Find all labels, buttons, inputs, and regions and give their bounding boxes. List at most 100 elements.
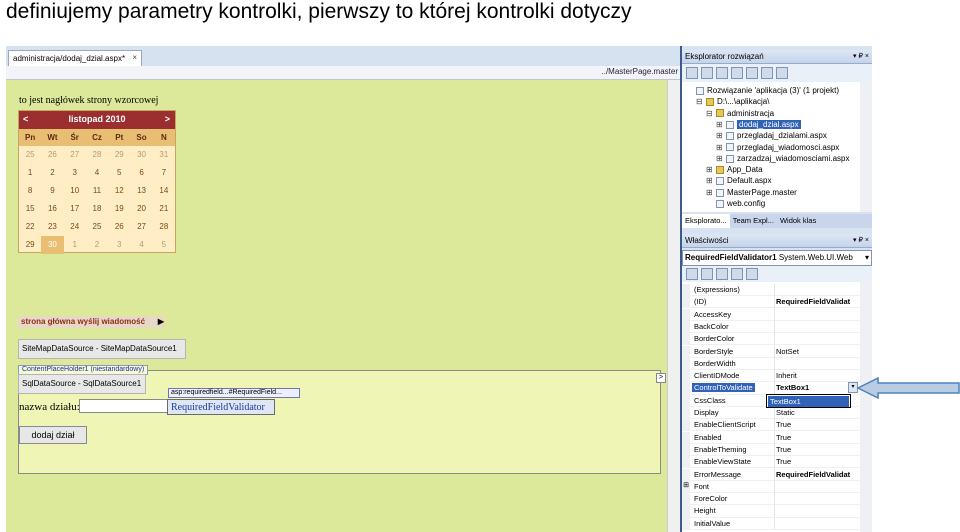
name-textbox[interactable] (79, 399, 169, 413)
property-value[interactable]: True (776, 457, 858, 466)
property-value[interactable]: True (776, 433, 858, 442)
menu-items[interactable]: strona główna wyślij wiadomość (21, 317, 145, 326)
calendar-day[interactable]: 5 (108, 164, 130, 182)
sitemap-datasource[interactable]: SiteMapDataSource - SiteMapDataSource1 (18, 339, 186, 359)
calendar-day[interactable]: 2 (41, 164, 63, 182)
tree-item[interactable]: ⊞ Default.aspx (706, 175, 771, 186)
calendar-next-button[interactable]: > (165, 114, 170, 124)
calendar-day[interactable]: 4 (130, 236, 152, 254)
expand-icon[interactable]: ⊞ (716, 153, 726, 164)
calendar-day[interactable]: 3 (64, 164, 86, 182)
calendar-day[interactable]: 26 (108, 218, 130, 236)
properties-view-icon[interactable] (716, 268, 728, 280)
tree-item[interactable]: ⊞ dodaj_dzial.aspx (716, 119, 801, 130)
property-row[interactable]: BorderWidth (682, 357, 860, 370)
property-row[interactable]: Display Static (682, 407, 860, 420)
calendar-day[interactable]: 26 (41, 146, 63, 164)
calendar-day[interactable]: 27 (130, 218, 152, 236)
calendar-day[interactable]: 6 (130, 164, 152, 182)
property-row[interactable]: ControlToValidate TextBox1 ▾ (682, 382, 860, 395)
panel-controls-icon[interactable]: ▾ ₽ × (853, 236, 869, 244)
property-row[interactable]: EnableTheming True (682, 443, 860, 457)
property-row[interactable]: BorderColor (682, 333, 860, 346)
copy-website-icon[interactable] (776, 67, 788, 79)
tree-item[interactable]: ⊞ przegladaj_dzialami.aspx (716, 130, 827, 141)
calendar-day[interactable]: 21 (153, 200, 175, 218)
tab-class-view[interactable]: Widok klas (777, 214, 819, 228)
property-expand-icon[interactable] (682, 308, 690, 321)
tree-item[interactable]: ⊞ zarzadzaj_wiadomosciami.aspx (716, 153, 850, 164)
property-value[interactable]: TextBox1 (776, 383, 858, 392)
calendar-day[interactable]: 16 (41, 200, 63, 218)
calendar-day[interactable]: 7 (153, 164, 175, 182)
chevron-down-icon[interactable]: ▾ (865, 253, 869, 262)
property-row[interactable]: BackColor (682, 320, 860, 334)
design-canvas[interactable]: to jest nagłówek strony wzorcowej listop… (6, 80, 667, 532)
properties-icon[interactable] (686, 67, 698, 79)
calendar-day[interactable]: 17 (64, 200, 86, 218)
expand-icon[interactable]: ⊞ (716, 130, 726, 141)
object-selector[interactable]: RequiredFieldValidator1 System.Web.UI.We… (682, 250, 872, 266)
calendar-day[interactable]: 1 (19, 164, 41, 182)
calendar-day[interactable]: 13 (130, 182, 152, 200)
property-pages-icon[interactable] (746, 268, 758, 280)
calendar-day[interactable]: 15 (19, 200, 41, 218)
property-row[interactable]: ⊞ Font (682, 480, 860, 493)
calendar-day[interactable]: 23 (41, 218, 63, 236)
property-value[interactable]: True (776, 420, 858, 429)
property-value[interactable]: NotSet (776, 347, 858, 356)
calendar-day[interactable]: 24 (64, 218, 86, 236)
calendar-day[interactable]: 5 (153, 236, 175, 254)
expand-icon[interactable]: ⊞ (706, 164, 716, 175)
tab-team-explorer[interactable]: Team Expl... (730, 214, 777, 228)
calendar-day[interactable]: 4 (86, 164, 108, 182)
dropdown-option[interactable]: TextBox1 (768, 396, 849, 407)
calendar-day[interactable]: 28 (153, 218, 175, 236)
property-expand-icon[interactable] (682, 443, 690, 456)
calendar-day[interactable]: 29 (19, 236, 41, 254)
expand-icon[interactable]: ⊞ (716, 142, 726, 153)
property-expand-icon[interactable]: ⊞ (682, 480, 690, 493)
expand-icon[interactable]: ⊞ (716, 119, 726, 130)
property-row[interactable]: (Expressions) (682, 284, 860, 297)
expand-icon[interactable]: ⊞ (706, 175, 716, 186)
calendar-day[interactable]: 18 (86, 200, 108, 218)
property-value[interactable]: True (776, 445, 858, 454)
calendar-day[interactable]: 14 (153, 182, 175, 200)
property-expand-icon[interactable] (682, 493, 690, 506)
property-expand-icon[interactable] (682, 394, 690, 407)
property-expand-icon[interactable] (682, 284, 690, 296)
designer-scrollbar[interactable] (667, 80, 680, 532)
calendar-day[interactable]: 27 (64, 146, 86, 164)
calendar-day[interactable]: 2 (86, 236, 108, 254)
calendar-day[interactable]: 8 (19, 182, 41, 200)
property-row[interactable]: ForeColor (682, 493, 860, 506)
calendar-day[interactable]: 22 (19, 218, 41, 236)
property-value[interactable]: Inherit (776, 371, 858, 380)
property-value[interactable]: Static (776, 408, 858, 417)
calendar-day[interactable]: 3 (108, 236, 130, 254)
refresh-icon[interactable] (716, 67, 728, 79)
property-row[interactable]: Height (682, 505, 860, 518)
calendar-day[interactable]: 20 (130, 200, 152, 218)
solution-tree-scrollbar[interactable] (860, 82, 872, 212)
tab-solution-explorer[interactable]: Eksplorato... (682, 214, 730, 228)
view-code-icon[interactable] (731, 67, 743, 79)
control-to-validate-dropdown[interactable]: TextBox1 (766, 394, 851, 408)
categorized-icon[interactable] (686, 268, 698, 280)
property-row[interactable]: ErrorMessage RequiredFieldValidat (682, 468, 860, 481)
property-expand-icon[interactable] (682, 456, 690, 469)
property-expand-icon[interactable] (682, 419, 690, 432)
tree-item[interactable]: ⊟ administracja (706, 108, 774, 119)
add-department-button[interactable]: dodaj dział (19, 426, 87, 444)
calendar-day[interactable]: 30 (41, 236, 64, 254)
events-icon[interactable] (731, 268, 743, 280)
property-expand-icon[interactable] (682, 505, 690, 518)
property-row[interactable]: InitialValue (682, 517, 860, 530)
property-row[interactable]: Enabled True (682, 431, 860, 444)
calendar-day[interactable]: 25 (86, 218, 108, 236)
show-all-files-icon[interactable] (701, 67, 713, 79)
calendar-day[interactable]: 31 (153, 146, 175, 164)
expand-icon[interactable]: ⊞ (706, 187, 716, 198)
nest-related-icon[interactable] (761, 67, 773, 79)
